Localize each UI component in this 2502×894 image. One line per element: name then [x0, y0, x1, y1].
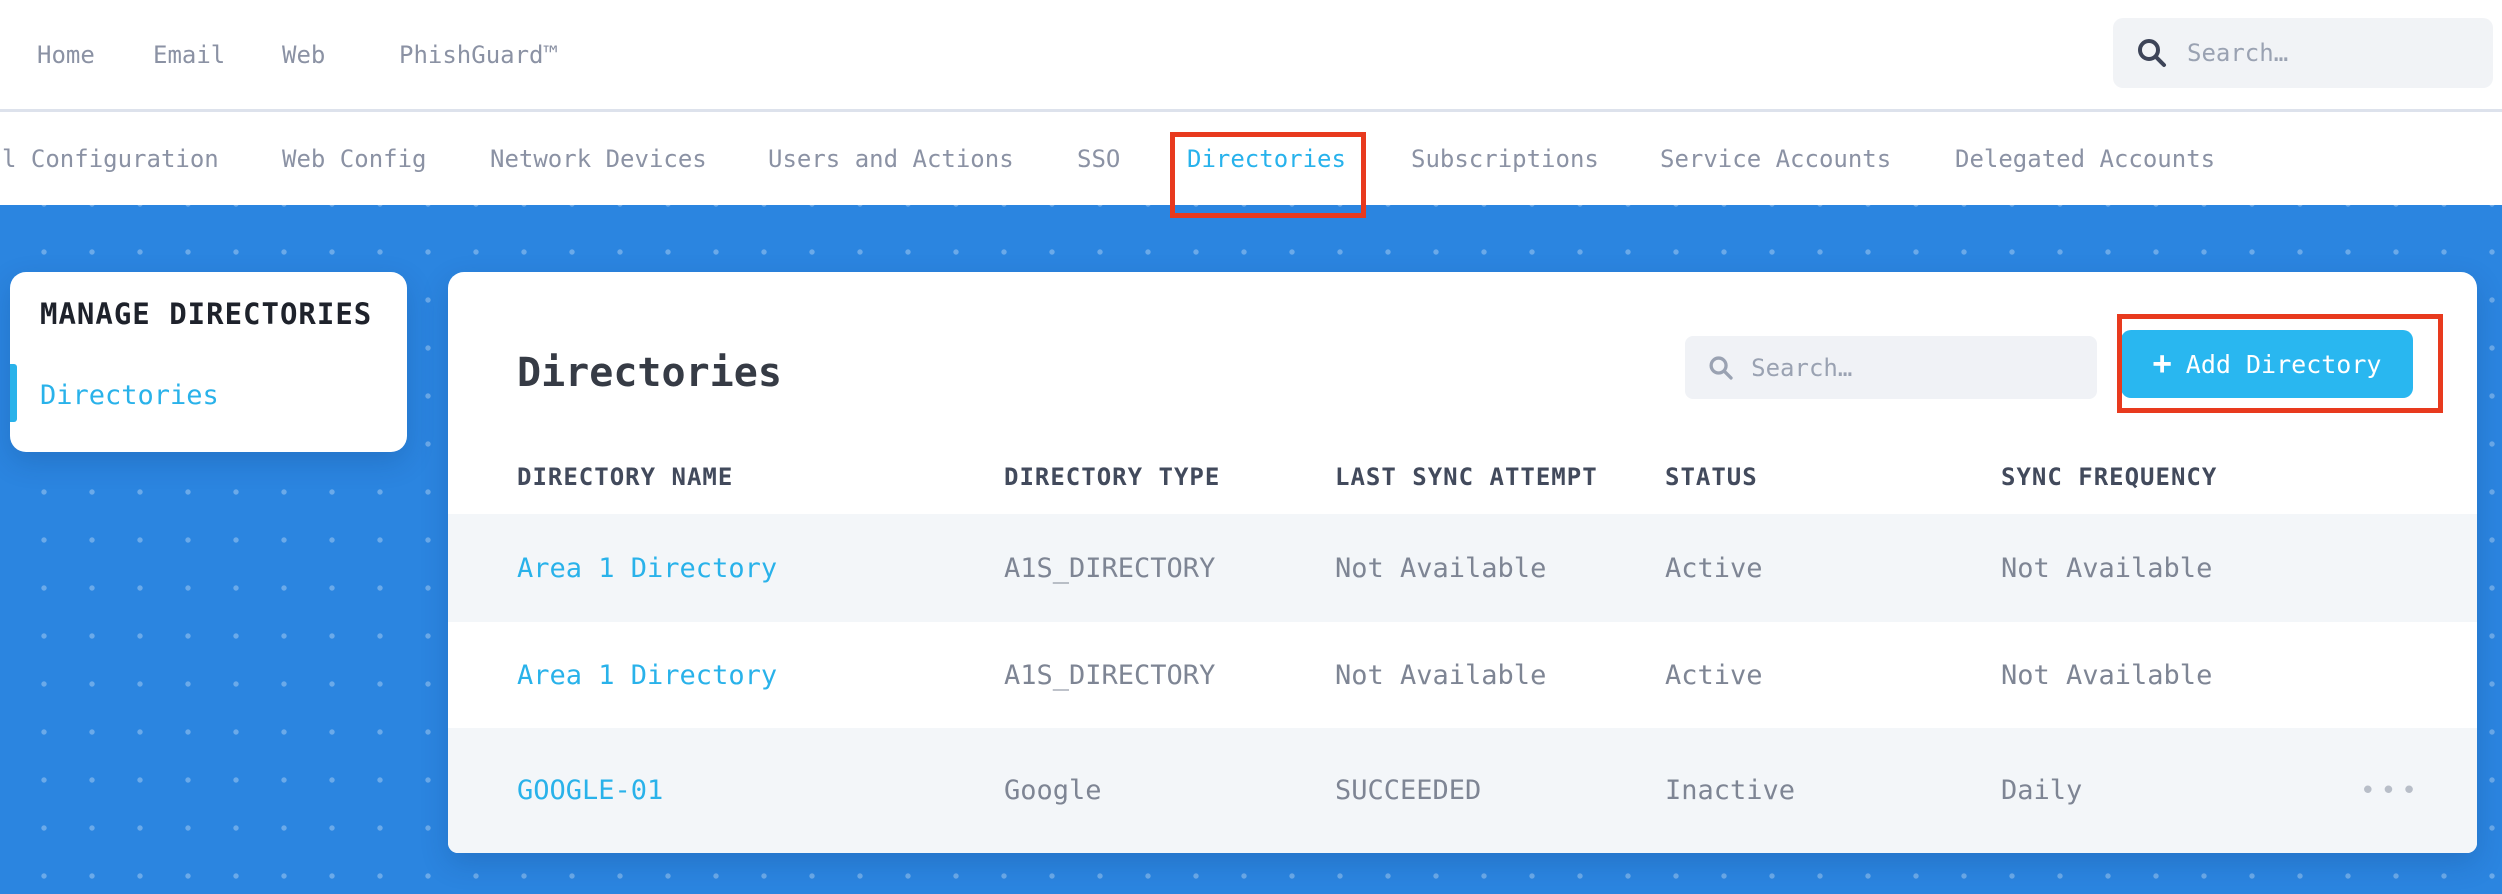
search-icon — [1709, 355, 1733, 380]
col-sync-frequency: SYNC FREQUENCY — [2001, 463, 2218, 491]
col-status: STATUS — [1665, 463, 1758, 491]
directory-type-cell: Google — [1004, 775, 1102, 806]
table-row: GOOGLE-01 Google SUCCEEDED Inactive Dail… — [448, 728, 2477, 853]
table-row: Area 1 Directory A1S_DIRECTORY Not Avail… — [448, 622, 2477, 728]
workspace-background: MANAGE DIRECTORIES Directories Directori… — [0, 205, 2502, 894]
sidebar-card-title: MANAGE DIRECTORIES — [40, 297, 373, 331]
tab-directories[interactable]: Directories — [1187, 112, 1346, 205]
sync-frequency-cell: Not Available — [2001, 552, 2213, 584]
tab-email-configuration[interactable]: l Configuration — [2, 112, 219, 205]
status-cell: Active — [1665, 552, 1763, 584]
last-sync-cell: SUCCEEDED — [1335, 775, 1482, 806]
directory-name-link[interactable]: GOOGLE-01 — [517, 775, 1004, 806]
manage-directories-card: MANAGE DIRECTORIES Directories — [10, 272, 407, 452]
directories-panel: Directories + Add Directory DIRECTORY NA… — [448, 272, 2477, 853]
directory-name-link[interactable]: Area 1 Directory — [517, 553, 1004, 584]
sync-frequency-cell: Daily — [2001, 775, 2083, 806]
panel-title: Directories — [517, 350, 782, 396]
directory-type-cell: A1S_DIRECTORY — [1004, 659, 1216, 691]
nav-item-home[interactable]: Home — [37, 0, 95, 109]
sidebar-item-directories[interactable]: Directories — [40, 368, 219, 424]
table-header-row: DIRECTORY NAME DIRECTORY TYPE LAST SYNC … — [448, 440, 2477, 514]
tab-sso[interactable]: SSO — [1077, 112, 1120, 205]
directories-table: DIRECTORY NAME DIRECTORY TYPE LAST SYNC … — [448, 440, 2477, 853]
primary-nav: Home Email Web PhishGuard™ — [0, 0, 2502, 112]
secondary-nav: l Configuration Web Config Network Devic… — [0, 112, 2502, 317]
search-icon — [2138, 39, 2166, 67]
global-search-box[interactable] — [2113, 18, 2493, 88]
add-directory-label: Add Directory — [2185, 349, 2382, 379]
col-directory-type: DIRECTORY TYPE — [1004, 463, 1221, 491]
tab-web-config[interactable]: Web Config — [282, 112, 427, 205]
status-cell: Inactive — [1665, 775, 1796, 806]
directories-search-input[interactable] — [1751, 353, 2075, 382]
tab-delegated-accounts[interactable]: Delegated Accounts — [1955, 112, 2215, 205]
sync-frequency-cell: Not Available — [2001, 659, 2213, 691]
tab-network-devices[interactable]: Network Devices — [490, 112, 707, 205]
directories-search-box[interactable] — [1685, 336, 2097, 399]
directory-type-cell: A1S_DIRECTORY — [1004, 552, 1216, 584]
active-item-indicator — [10, 364, 17, 422]
global-search-input[interactable] — [2187, 39, 2471, 67]
col-directory-name: DIRECTORY NAME — [517, 463, 734, 491]
directory-name-link[interactable]: Area 1 Directory — [517, 660, 1004, 691]
table-row: Area 1 Directory A1S_DIRECTORY Not Avail… — [448, 514, 2477, 622]
col-last-sync-attempt: LAST SYNC ATTEMPT — [1335, 463, 1598, 491]
nav-item-email[interactable]: Email — [153, 0, 225, 109]
nav-item-web[interactable]: Web — [282, 0, 325, 109]
nav-item-phishguard[interactable]: PhishGuard™ — [399, 0, 558, 109]
add-directory-button[interactable]: + Add Directory — [2121, 330, 2413, 398]
last-sync-cell: Not Available — [1335, 552, 1547, 584]
tab-users-and-actions[interactable]: Users and Actions — [768, 112, 1014, 205]
last-sync-cell: Not Available — [1335, 659, 1547, 691]
tab-subscriptions[interactable]: Subscriptions — [1411, 112, 1599, 205]
status-cell: Active — [1665, 659, 1763, 691]
tab-service-accounts[interactable]: Service Accounts — [1660, 112, 1891, 205]
app-viewport: Home Email Web PhishGuard™ l Configurati… — [0, 0, 2502, 894]
plus-icon: + — [2152, 344, 2172, 382]
row-actions-menu-icon[interactable]: ••• — [2360, 778, 2422, 804]
